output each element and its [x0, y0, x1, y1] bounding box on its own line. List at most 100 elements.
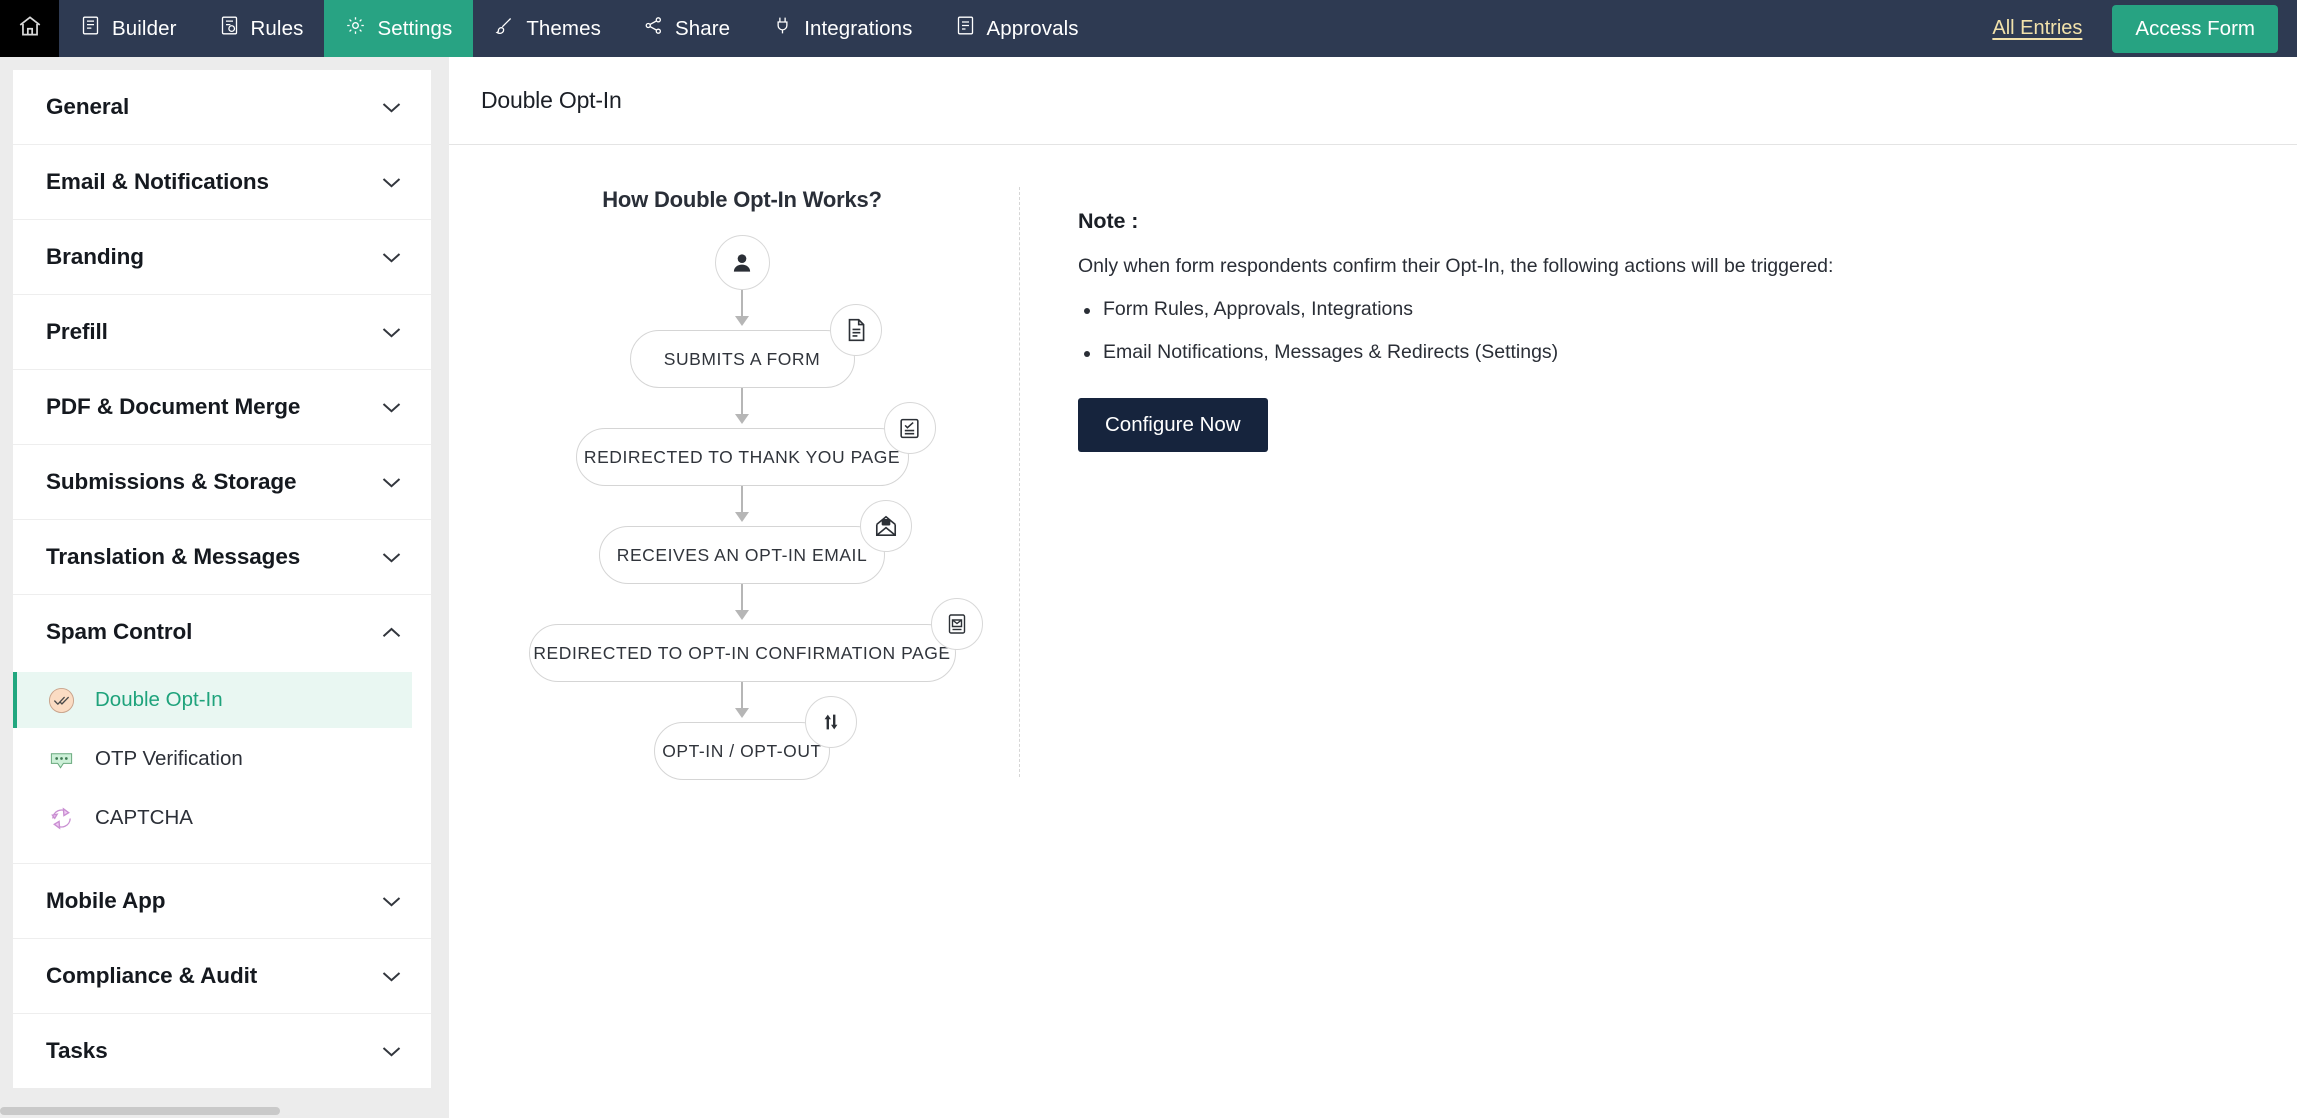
nav-item-label: Share [674, 16, 731, 40]
form-builder-icon [80, 15, 101, 42]
sidebar-section-spam-control: Spam Control Double Opt-In OTP Verificat… [13, 595, 431, 864]
note-list-item: Email Notifications, Messages & Redirect… [1078, 341, 2297, 364]
sidebar-section-label: PDF & Document Merge [46, 394, 301, 419]
flow-step-label-redirected-to-thank-you-page: REDIRECTED TO THANK YOU PAGE [575, 428, 909, 486]
gear-icon [345, 15, 366, 42]
chevron-down-icon [382, 252, 401, 263]
sidebar-section-pdf-document-merge: PDF & Document Merge [13, 370, 431, 445]
flow-diagram: SUBMITS A FORM REDIRECTED TO THANK YOU P… [482, 235, 1002, 780]
double-check-circle-icon [46, 685, 76, 715]
open-envelope-icon [860, 500, 912, 552]
nav-item-rules[interactable]: Rules [198, 0, 325, 57]
all-entries-link[interactable]: All Entries [1992, 17, 2082, 40]
flow-step-4: REDIRECTED TO OPT-IN CONFIRMATION PAGE [482, 598, 1002, 682]
chevron-down-icon [382, 327, 401, 338]
sidebar-item-email-notifications[interactable]: Email & Notifications [13, 145, 431, 219]
sidebar-item-double-opt-in[interactable]: Double Opt-In [13, 672, 412, 728]
home-button[interactable] [0, 0, 59, 57]
user-avatar-icon [714, 235, 770, 290]
brush-icon [494, 15, 515, 42]
sidebar-section-translation-messages: Translation & Messages [13, 520, 431, 595]
page-body: How Double Opt-In Works? SUBMITS A FORM … [449, 145, 2297, 1118]
approvals-icon [955, 15, 976, 42]
nav-item-builder[interactable]: Builder [59, 0, 198, 57]
nav-item-label: Approvals [986, 16, 1079, 40]
scrollbar-thumb[interactable] [0, 1107, 280, 1115]
sidebar-section-branding: Branding [13, 220, 431, 295]
sidebar-section-compliance-audit: Compliance & Audit [13, 939, 431, 1014]
sidebar-item-mobile-app[interactable]: Mobile App [13, 864, 431, 938]
flow-arrow [735, 584, 749, 620]
flow-step-5: OPT-IN / OPT-OUT [482, 696, 1002, 780]
flow-step-pill-wrap: RECEIVES AN OPT-IN EMAIL [599, 500, 912, 584]
sidebar-section-mobile-app: Mobile App [13, 864, 431, 939]
note-list: Form Rules, Approvals, Integrations Emai… [1078, 298, 2297, 364]
sidebar-item-captcha[interactable]: CAPTCHA [13, 790, 412, 846]
sidebar-item-pdf-document-merge[interactable]: PDF & Document Merge [13, 370, 431, 444]
nav-item-label: Themes [526, 16, 601, 40]
nav-right-actions: All Entries Access Form [1992, 0, 2297, 57]
flow-arrow [735, 290, 749, 326]
nav-item-label: Integrations [804, 16, 913, 40]
integrations-icon [772, 15, 793, 42]
sidebar-child-label: CAPTCHA [95, 806, 193, 829]
sidebar-section-label: Email & Notifications [46, 169, 269, 194]
sidebar-item-translation-messages[interactable]: Translation & Messages [13, 520, 431, 594]
nav-item-share[interactable]: Share [622, 0, 751, 57]
sidebar-section-general: General [13, 70, 431, 145]
main-content: Double Opt-In How Double Opt-In Works? S… [449, 57, 2297, 1118]
chevron-down-icon [382, 477, 401, 488]
sidebar-section-submissions-storage: Submissions & Storage [13, 445, 431, 520]
sidebar-child-label: OTP Verification [95, 747, 243, 770]
sidebar-item-spam-control[interactable]: Spam Control [13, 595, 431, 669]
flow-step-1: SUBMITS A FORM [482, 304, 1002, 388]
spam-control-children: Double Opt-In OTP Verification CAPTCHA [13, 672, 431, 863]
settings-sidebar: General Email & Notifications Branding P… [0, 57, 449, 1118]
sidebar-card: General Email & Notifications Branding P… [13, 70, 431, 1088]
sidebar-item-prefill[interactable]: Prefill [13, 295, 431, 369]
sidebar-section-label: Mobile App [46, 888, 166, 913]
nav-item-label: Rules [250, 16, 304, 40]
otp-chat-bubble-icon [46, 744, 76, 774]
chevron-down-icon [382, 402, 401, 413]
sidebar-section-email-notifications: Email & Notifications [13, 145, 431, 220]
flow-step-3: RECEIVES AN OPT-IN EMAIL [482, 500, 1002, 584]
chevron-down-icon [382, 102, 401, 113]
top-navigation-bar: Builder Rules Settings Themes Share Inte… [0, 0, 2297, 57]
flow-arrow [735, 486, 749, 522]
flow-arrow [735, 388, 749, 424]
app-window: Builder Rules Settings Themes Share Inte… [0, 0, 2297, 1118]
flow-step-2: REDIRECTED TO THANK YOU PAGE [482, 402, 1002, 486]
sidebar-item-general[interactable]: General [13, 70, 431, 144]
sidebar-horizontal-scrollbar[interactable] [0, 1104, 449, 1118]
sidebar-item-otp-verification[interactable]: OTP Verification [13, 731, 412, 787]
up-down-arrows-icon [805, 696, 857, 748]
access-form-button[interactable]: Access Form [2112, 4, 2278, 53]
flow-step-pill-wrap: REDIRECTED TO OPT-IN CONFIRMATION PAGE [528, 598, 983, 682]
sidebar-item-branding[interactable]: Branding [13, 220, 431, 294]
share-icon [643, 15, 664, 42]
sidebar-item-compliance-audit[interactable]: Compliance & Audit [13, 939, 431, 1013]
configure-now-button[interactable]: Configure Now [1078, 398, 1268, 452]
sidebar-section-tasks: Tasks [13, 1014, 431, 1088]
flow-step-label-receives-an-opt-in-email: RECEIVES AN OPT-IN EMAIL [599, 526, 885, 584]
nav-item-themes[interactable]: Themes [473, 0, 622, 57]
email-page-icon [930, 598, 983, 650]
sidebar-item-submissions-storage[interactable]: Submissions & Storage [13, 445, 431, 519]
page-header: Double Opt-In [449, 57, 2297, 145]
nav-item-approvals[interactable]: Approvals [934, 0, 1100, 57]
flow-diagram-column: How Double Opt-In Works? SUBMITS A FORM … [449, 187, 1009, 1118]
flow-step-pill-wrap: SUBMITS A FORM [629, 304, 882, 388]
nav-item-label: Builder [112, 16, 177, 40]
sidebar-item-tasks[interactable]: Tasks [13, 1014, 431, 1088]
nav-item-settings[interactable]: Settings [324, 0, 474, 57]
flow-arrow [735, 682, 749, 718]
nav-item-integrations[interactable]: Integrations [751, 0, 933, 57]
sidebar-section-label: Translation & Messages [46, 544, 301, 569]
page-title: Double Opt-In [481, 87, 622, 113]
flow-step-label-redirected-to-opt-in-confirmation-page: REDIRECTED TO OPT-IN CONFIRMATION PAGE [528, 624, 956, 682]
chevron-down-icon [382, 1046, 401, 1057]
app-body: General Email & Notifications Branding P… [0, 57, 2297, 1118]
sidebar-section-label: Submissions & Storage [46, 469, 297, 494]
note-panel: Note : Only when form respondents confir… [1020, 187, 2297, 1118]
